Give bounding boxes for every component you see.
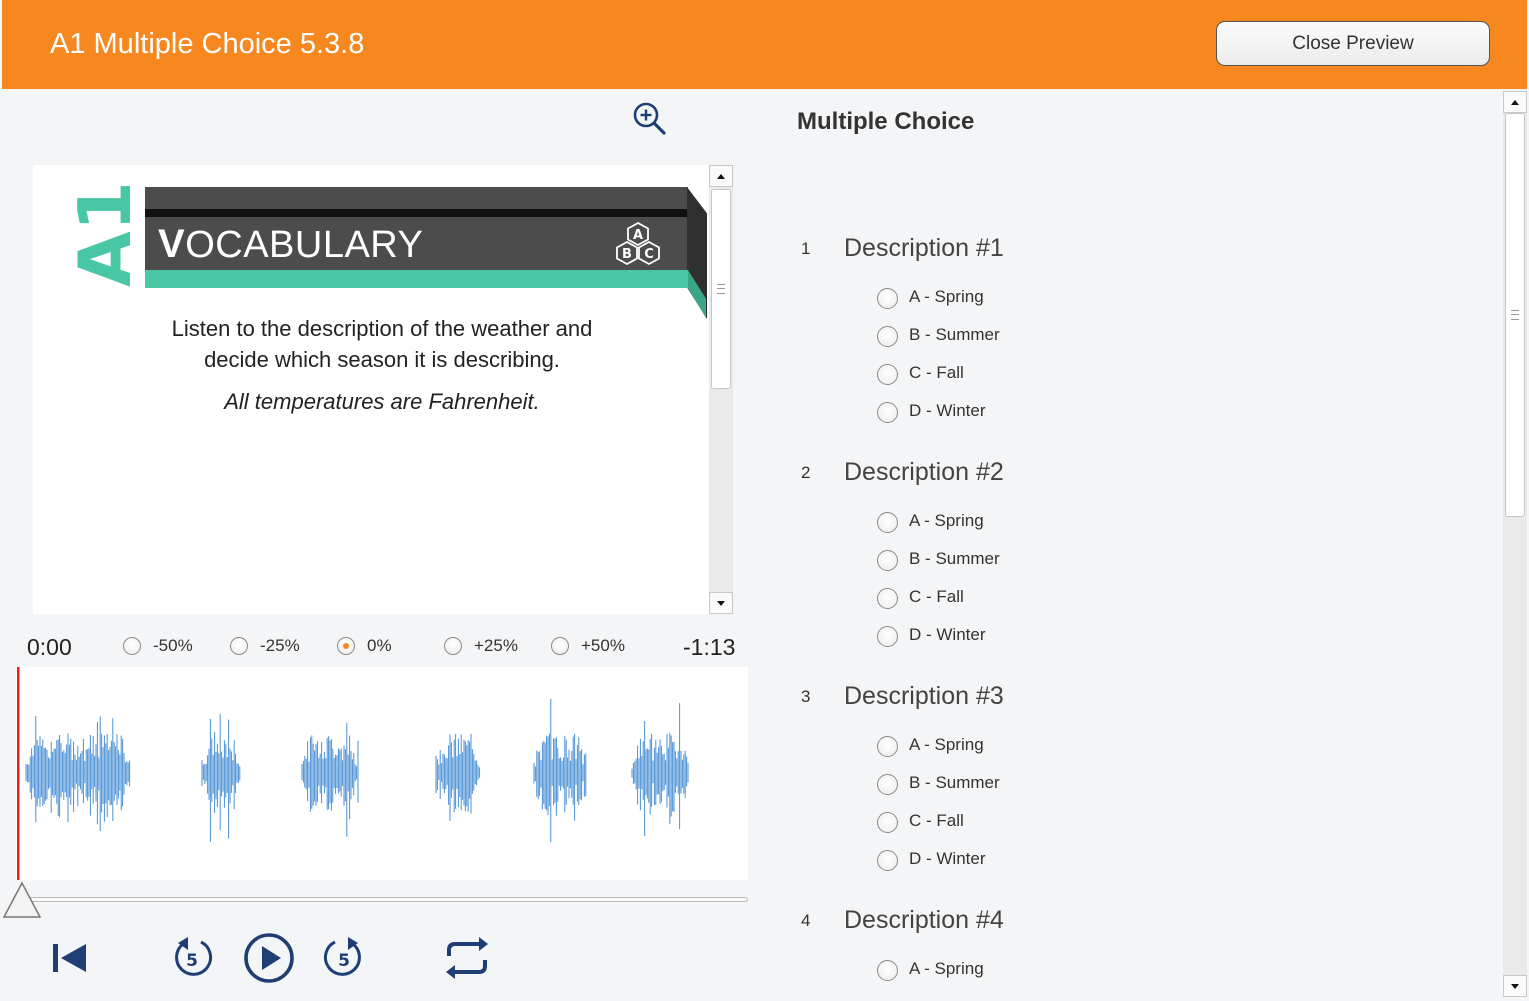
- answer-radio[interactable]: [877, 774, 898, 795]
- answer-radio[interactable]: [877, 736, 898, 757]
- banner-title: VOCABULARY: [158, 222, 424, 266]
- question-panel-title: Multiple Choice: [797, 108, 975, 135]
- a1-badge: A1: [63, 181, 147, 287]
- question-description: Description #2: [844, 458, 1004, 486]
- instruction-text: Listen to the description of the weather…: [171, 316, 593, 372]
- svg-text:C: C: [644, 247, 654, 262]
- scroll-thumb[interactable]: [1505, 113, 1525, 517]
- answer-radio[interactable]: [877, 402, 898, 423]
- svg-text:A: A: [633, 228, 643, 243]
- answer-radio[interactable]: [877, 288, 898, 309]
- answer-radio[interactable]: [877, 512, 898, 533]
- answer-radio[interactable]: [877, 588, 898, 609]
- question-number: 3: [801, 687, 811, 706]
- playhead-marker: [17, 667, 20, 880]
- speed-radio[interactable]: [230, 637, 248, 655]
- answer-radio[interactable]: [877, 960, 898, 981]
- document-scrollbar[interactable]: [709, 165, 733, 614]
- answer-radio[interactable]: [877, 364, 898, 385]
- waveform-path: [25, 698, 689, 843]
- speed-radio[interactable]: [337, 637, 355, 655]
- question-description: Description #4: [844, 906, 1004, 934]
- repeat-icon[interactable]: [441, 928, 493, 988]
- abc-cubes-icon: A B C: [616, 222, 660, 266]
- svg-text:5: 5: [338, 951, 350, 971]
- question-number: 4: [801, 911, 811, 930]
- audio-waveform[interactable]: [16, 667, 748, 880]
- scroll-down-icon[interactable]: [709, 592, 733, 614]
- question-description: Description #3: [844, 682, 1004, 710]
- remaining-time: -1:13: [683, 634, 736, 660]
- elapsed-time: 0:00: [27, 634, 72, 660]
- question-number: 2: [801, 463, 811, 482]
- speed-radio[interactable]: [444, 637, 462, 655]
- scroll-down-icon[interactable]: [1503, 975, 1527, 997]
- skip-to-start-icon[interactable]: [50, 928, 90, 988]
- app-title: A1 Multiple Choice 5.3.8: [50, 28, 365, 60]
- rewind-5-icon[interactable]: 5: [168, 928, 216, 988]
- speed-radio[interactable]: [551, 637, 569, 655]
- scroll-up-icon[interactable]: [709, 165, 733, 187]
- svg-text:B: B: [622, 247, 632, 262]
- scroll-up-icon[interactable]: [1503, 91, 1527, 113]
- play-icon[interactable]: [241, 928, 297, 988]
- answer-radio[interactable]: [877, 850, 898, 871]
- seek-handle-icon[interactable]: [1, 880, 43, 920]
- seek-track[interactable]: [22, 897, 748, 902]
- instruction-note: All temperatures are Fahrenheit.: [224, 389, 540, 414]
- question-number: 1: [801, 239, 811, 258]
- scroll-thumb[interactable]: [711, 189, 731, 389]
- question-description: Description #1: [844, 234, 1004, 262]
- forward-5-icon[interactable]: 5: [320, 928, 368, 988]
- close-preview-button[interactable]: Close Preview: [1216, 21, 1490, 66]
- questions-scrollbar[interactable]: [1503, 91, 1527, 997]
- zoom-in-icon[interactable]: [632, 101, 666, 135]
- answer-radio[interactable]: [877, 326, 898, 347]
- app-header: A1 Multiple Choice 5.3.8 Close Preview: [2, 0, 1527, 89]
- answer-radio[interactable]: [877, 550, 898, 571]
- svg-text:5: 5: [186, 951, 198, 971]
- speed-radio[interactable]: [123, 637, 141, 655]
- answer-radio[interactable]: [877, 812, 898, 833]
- answer-radio[interactable]: [877, 626, 898, 647]
